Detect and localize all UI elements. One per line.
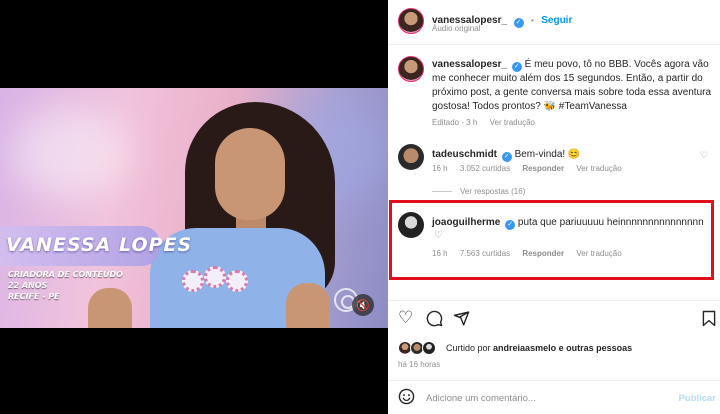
- comment: tadeuschmidt ✓ Bem-vinda! 😊: [432, 148, 580, 162]
- divider: [388, 300, 720, 301]
- shirt-flower: [226, 270, 248, 292]
- liked-by-prefix: Curtido por: [446, 343, 491, 353]
- see-translation-link[interactable]: Ver tradução: [576, 164, 621, 173]
- divider: [388, 44, 720, 45]
- share-send-icon[interactable]: [453, 310, 470, 332]
- avatar[interactable]: [398, 144, 424, 170]
- shirt-flower: [182, 270, 204, 292]
- comment-likes[interactable]: 3.052 curtidas: [460, 164, 510, 173]
- comment-meta: 16 h 3.052 curtidas Responder Ver traduç…: [432, 164, 632, 173]
- person-face: [215, 128, 285, 220]
- comment-username[interactable]: tadeuschmidt: [432, 149, 497, 160]
- heart-outline-icon[interactable]: ♡: [700, 150, 708, 161]
- video-player[interactable]: VANESSA LOPES CRIADORA DE CONTEÚDO 22 AN…: [0, 0, 388, 414]
- caption-meta: Editado · 3 h Ver tradução: [432, 118, 545, 127]
- divider: [388, 380, 720, 381]
- overlay-info-city: RECIFE - PE: [8, 292, 60, 301]
- publish-button[interactable]: Publicar: [679, 393, 717, 404]
- avatar[interactable]: [398, 8, 424, 34]
- like-heart-icon[interactable]: ♡: [398, 308, 413, 328]
- bookmark-svg: [702, 310, 716, 327]
- person-hand: [88, 288, 132, 328]
- overlay-name: VANESSA LOPES: [6, 234, 193, 256]
- view-replies-label[interactable]: Ver respostas (16): [460, 187, 525, 196]
- liked-by-line: Curtido por andreiaasmelo e outras pesso…: [446, 343, 632, 353]
- background-glow: [10, 108, 130, 198]
- speaker-muted-icon[interactable]: 🔇: [352, 294, 374, 316]
- post-caption: vanessalopesr_ ✓ É meu povo, tô no BBB. …: [432, 58, 714, 114]
- shirt-flower: [204, 266, 226, 288]
- replies-line: [432, 191, 452, 193]
- video-frame[interactable]: VANESSA LOPES CRIADORA DE CONTEÚDO 22 AN…: [0, 88, 388, 328]
- comment-bubble-icon[interactable]: [426, 310, 443, 332]
- liked-by-others[interactable]: e outras pessoas: [559, 343, 633, 353]
- overlay-info-age: 22 ANOS: [8, 281, 48, 290]
- caption-username[interactable]: vanessalopesr_: [432, 59, 507, 70]
- follow-button[interactable]: Seguir: [541, 15, 572, 26]
- overlay-info-occupation: CRIADORA DE CONTEÚDO: [8, 270, 123, 279]
- share-send-svg: [453, 311, 470, 326]
- view-replies[interactable]: Ver respostas (16): [432, 187, 535, 196]
- emoji-svg: [398, 388, 415, 405]
- verified-badge-icon: ✓: [513, 18, 524, 28]
- comment-input[interactable]: Adicione um comentário...: [426, 393, 536, 404]
- separator-dot: •: [530, 16, 534, 25]
- post-time: há 16 horas: [398, 360, 441, 369]
- reply-button[interactable]: Responder: [522, 164, 564, 173]
- comment-time: 16 h: [432, 164, 448, 173]
- verified-badge-icon: ✓: [511, 62, 522, 72]
- emoji-icon[interactable]: [398, 388, 415, 410]
- liked-by-user[interactable]: andreiaasmelo: [493, 343, 556, 353]
- save-bookmark-icon[interactable]: [702, 310, 716, 332]
- comment-text: Bem-vinda! 😊: [514, 149, 581, 160]
- person-hand: [286, 283, 330, 328]
- see-translation-link[interactable]: Ver tradução: [490, 118, 535, 127]
- verified-badge-icon: ✓: [501, 152, 512, 162]
- comment-bubble-svg: [426, 310, 443, 327]
- audio-label[interactable]: Áudio original: [432, 24, 480, 33]
- avatar[interactable]: [398, 56, 424, 82]
- liker-avatar[interactable]: [422, 341, 436, 355]
- highlight-box: [389, 200, 714, 280]
- caption-edited-time: Editado · 3 h: [432, 118, 478, 127]
